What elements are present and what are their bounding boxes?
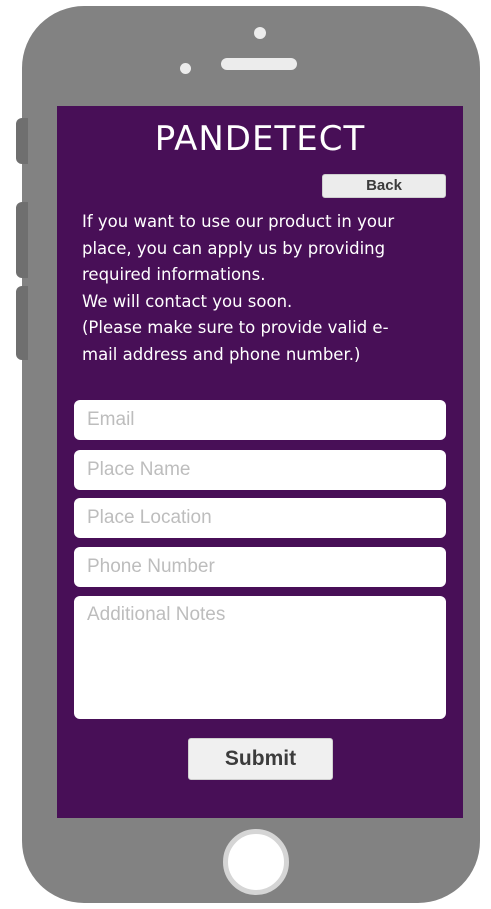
intro-line: If you want to use our product in your (82, 212, 395, 231)
phone-number-field[interactable]: Phone Number (74, 547, 446, 587)
volume-up-button (16, 202, 28, 278)
additional-notes-textarea[interactable]: Additional Notes (74, 596, 446, 719)
intro-line: We will contact you soon. (82, 291, 293, 311)
back-button[interactable]: Back (322, 174, 446, 198)
speaker-icon (221, 58, 297, 70)
mute-switch (16, 118, 28, 164)
submit-button[interactable]: Submit (188, 738, 333, 780)
place-location-field[interactable]: Place Location (74, 498, 446, 538)
camera-icon (254, 27, 266, 39)
volume-down-button (16, 286, 28, 360)
intro-line: mail address and phone number.) (82, 344, 361, 364)
app-title: PANDETECT (154, 119, 366, 159)
intro-line: place, you can apply us by providing (82, 238, 386, 258)
home-button-icon[interactable] (223, 829, 289, 895)
intro-line: (Please make sure to provide valid e- (82, 318, 389, 337)
place-name-field[interactable]: Place Name (74, 450, 446, 490)
email-field[interactable]: Email (74, 400, 446, 440)
intro-line: required informations. (82, 265, 266, 284)
proximity-sensor-icon (180, 63, 191, 74)
intro-text: If you want to use our product in your p… (82, 209, 452, 368)
